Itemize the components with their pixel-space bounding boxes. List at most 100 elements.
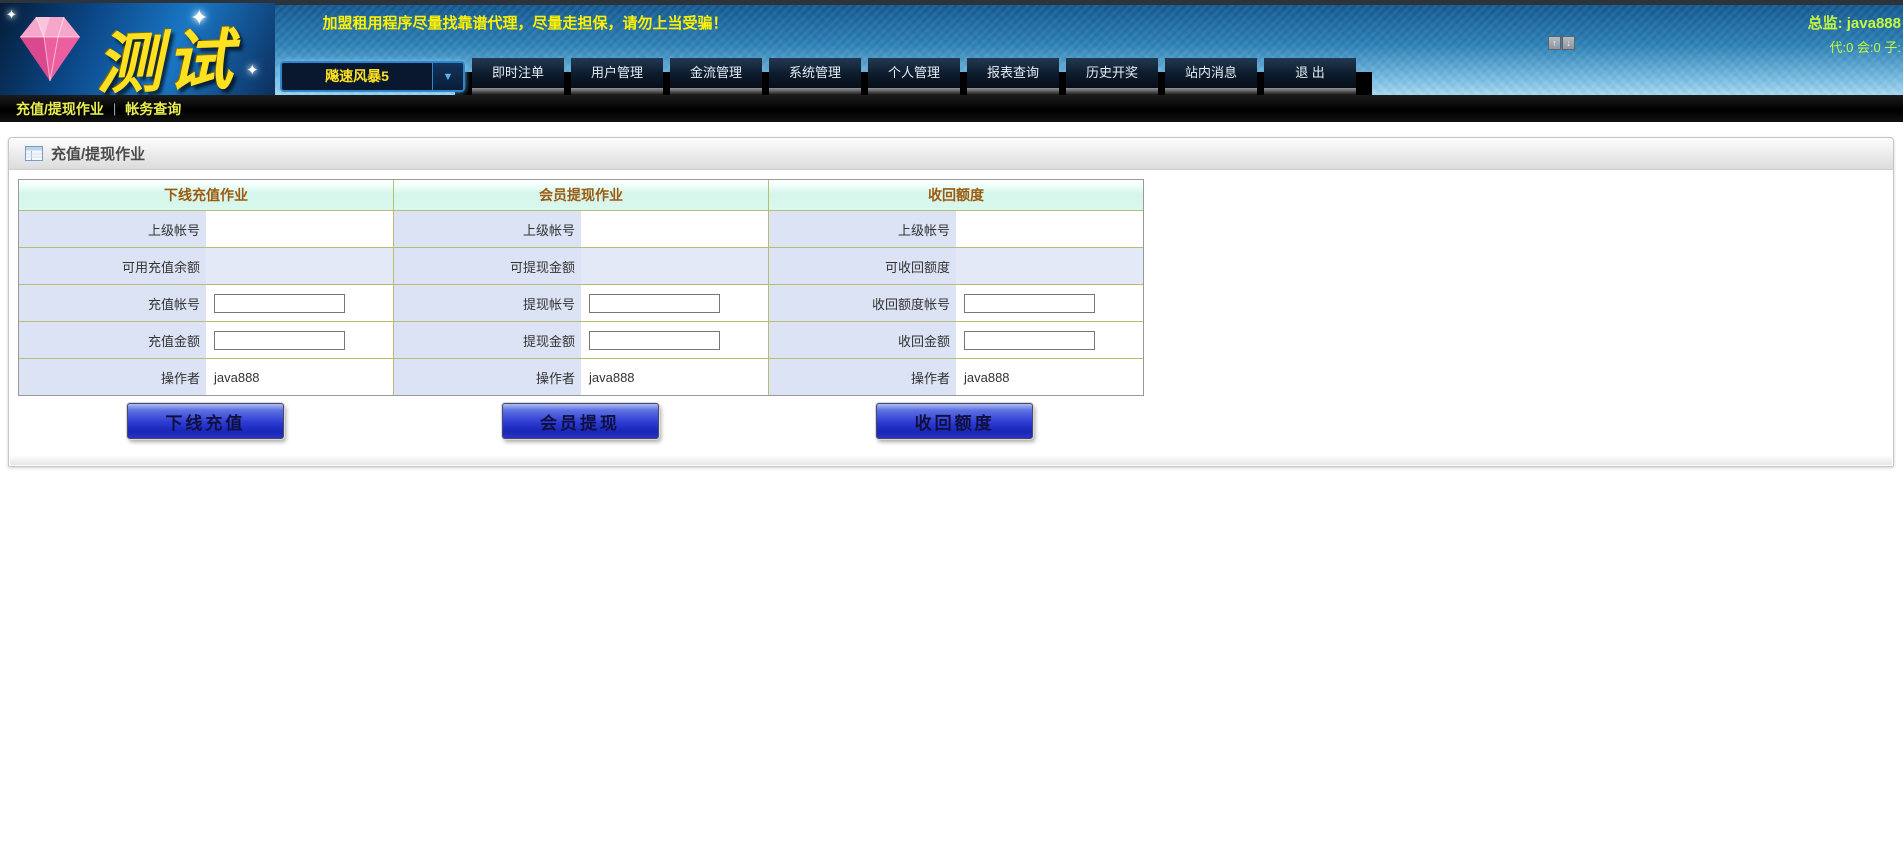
panel-body: 下线充值作业上级帐号可用充值余额充值帐号充值金额操作者java888会员提现作业… [9,170,1893,439]
button-cell: 会员提现 [393,403,768,439]
table-row: 收回金额 [769,322,1143,359]
main-nav: 即时注单 用户管理 金流管理 系统管理 个人管理 报表查询 历史开奖 站内消息 … [472,58,1356,88]
field-label: 可用充值余额 [19,248,206,284]
page-title: 充值/提现作业 [51,143,145,164]
top-banner: ✦ ✦ ✦ 测试 加盟租用程序尽量找靠谱代理，尽量走担保，请勿上当受骗！ 总监:… [0,5,1903,95]
text-input[interactable] [214,294,345,313]
text-input[interactable] [214,331,345,350]
text-input[interactable] [964,294,1095,313]
field-value: java888 [581,359,768,395]
admin-counts-line: 代:0 会:0 子: [1808,37,1901,56]
button-cell: 收回额度 [767,403,1142,439]
field-label: 收回金额 [769,322,956,358]
field-label: 收回额度帐号 [769,285,956,321]
text-input[interactable] [589,294,720,313]
table-row: 上级帐号 [394,211,768,248]
nav-tab-system-management[interactable]: 系统管理 [769,58,861,88]
field-label: 提现金额 [394,322,581,358]
game-selector-label: 飚速风暴5 [282,63,432,90]
marquee-scroll-buttons: ↑ ↓ [1548,36,1575,50]
worksheet-column: 收回额度上级帐号可收回额度收回额度帐号收回金额操作者java888 [768,180,1143,395]
table-row: 上级帐号 [769,211,1143,248]
scroll-up-button[interactable]: ↑ [1548,36,1561,50]
nav-tab-personal-management[interactable]: 个人管理 [868,58,960,88]
nav-tab-cashflow-management[interactable]: 金流管理 [670,58,762,88]
button-cell: 下线充值 [18,403,393,439]
field-label: 操作者 [394,359,581,395]
field-value: java888 [956,359,1143,395]
nav-tab-site-messages[interactable]: 站内消息 [1165,58,1257,88]
site-logo: ✦ ✦ ✦ 测试 [0,3,275,95]
admin-username: java888 [1847,15,1901,32]
content-panel: 充值/提现作业 下线充值作业上级帐号可用充值余额充值帐号充值金额操作者java8… [8,137,1894,467]
field-label: 上级帐号 [394,211,581,247]
admin-account-line: 总监: java888 [1808,12,1901,33]
field-value: java888 [206,359,393,395]
field-label: 操作者 [19,359,206,395]
table-row: 操作者java888 [769,359,1143,395]
admin-info: 总监: java888 代:0 会:0 子: [1808,12,1901,56]
text-input[interactable] [589,331,720,350]
table-row: 可提现金额 [394,248,768,285]
field-value [956,248,1143,284]
subnav-link-account-query[interactable]: 帐务查询 [125,99,181,119]
field-value [581,211,768,247]
table-row: 收回额度帐号 [769,285,1143,322]
field-label: 上级帐号 [769,211,956,247]
table-row: 可用充值余额 [19,248,393,285]
field-value [956,285,1143,321]
table-row: 充值帐号 [19,285,393,322]
nav-tab-user-management[interactable]: 用户管理 [571,58,663,88]
nav-tab-logout[interactable]: 退 出 [1264,58,1356,88]
field-label: 可提现金额 [394,248,581,284]
field-label: 可收回额度 [769,248,956,284]
nav-tab-history-draws[interactable]: 历史开奖 [1066,58,1158,88]
action-button[interactable]: 下线充值 [127,403,284,439]
logo-text: 测试 [94,7,237,95]
sparkle-icon: ✦ [246,61,259,79]
page: ✦ ✦ ✦ 测试 加盟租用程序尽量找靠谱代理，尽量走担保，请勿上当受骗！ 总监:… [0,0,1903,855]
field-value [581,248,768,284]
table-row: 提现帐号 [394,285,768,322]
action-button[interactable]: 收回额度 [876,403,1033,439]
action-button[interactable]: 会员提现 [502,403,659,439]
table-row: 上级帐号 [19,211,393,248]
game-selector-dropdown[interactable]: 飚速风暴5 ▼ [280,61,465,92]
field-label: 操作者 [769,359,956,395]
field-value [956,211,1143,247]
subnav-bar: 充值/提现作业 | 帐务查询 [0,95,1903,122]
field-value [206,322,393,358]
subnav-link-recharge-withdraw[interactable]: 充值/提现作业 [16,99,104,119]
field-label: 上级帐号 [19,211,206,247]
nav-tab-report-query[interactable]: 报表查询 [967,58,1059,88]
grid-icon [25,146,43,161]
field-value [581,285,768,321]
field-value [206,285,393,321]
action-buttons-row: 下线充值 会员提现 收回额度 [18,403,1142,439]
column-header: 下线充值作业 [19,180,393,211]
table-row: 操作者java888 [19,359,393,395]
table-row: 可收回额度 [769,248,1143,285]
subnav-separator: | [113,101,116,116]
scroll-down-button[interactable]: ↓ [1562,36,1575,50]
field-value [581,322,768,358]
worksheet-column: 下线充值作业上级帐号可用充值余额充值帐号充值金额操作者java888 [19,180,393,395]
announcement-marquee: 加盟租用程序尽量找靠谱代理，尽量走担保，请勿上当受骗！ [300,12,750,33]
worksheet-column: 会员提现作业上级帐号可提现金额提现帐号提现金额操作者java888 [393,180,768,395]
table-row: 充值金额 [19,322,393,359]
field-value [206,211,393,247]
chevron-down-icon[interactable]: ▼ [432,63,463,90]
admin-role-label: 总监: [1808,15,1843,32]
field-value [206,248,393,284]
column-header: 收回额度 [769,180,1143,211]
field-label: 提现帐号 [394,285,581,321]
column-header: 会员提现作业 [394,180,768,211]
worksheet-table: 下线充值作业上级帐号可用充值余额充值帐号充值金额操作者java888会员提现作业… [18,179,1144,396]
nav-tab-instant-orders[interactable]: 即时注单 [472,58,564,88]
table-row: 提现金额 [394,322,768,359]
text-input[interactable] [964,331,1095,350]
diamond-logo-icon [6,11,94,87]
sparkle-icon: ✦ [6,7,17,23]
field-value [956,322,1143,358]
field-label: 充值金额 [19,322,206,358]
